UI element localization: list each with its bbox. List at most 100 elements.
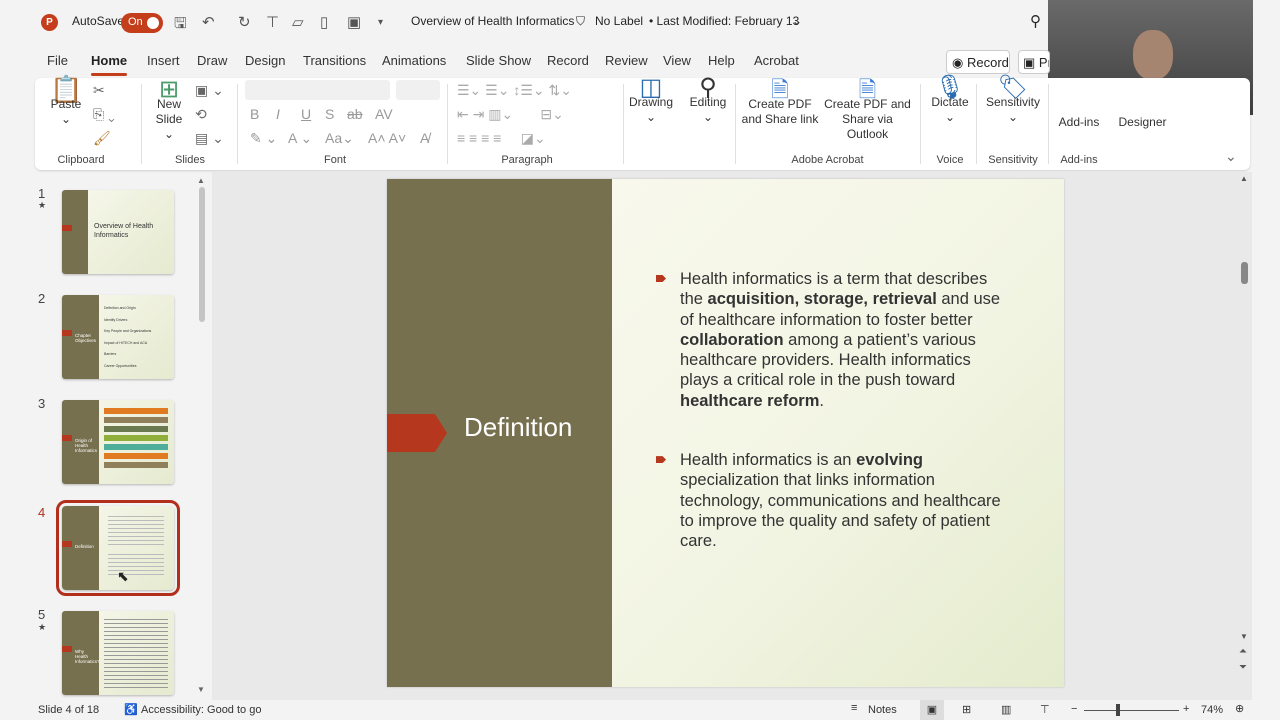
previous-slide-icon[interactable]: ⏶	[1239, 646, 1247, 657]
slide-scrollbar[interactable]	[1241, 262, 1248, 284]
next-slide-icon[interactable]: ⏷	[1239, 662, 1247, 673]
label: and Share link	[741, 112, 819, 126]
font-color-icon[interactable]: A ⌄	[288, 130, 312, 147]
slides-group-label: Slides	[175, 154, 205, 166]
accessibility-status[interactable]: Accessibility: Good to go	[141, 704, 261, 716]
zoom-in-button[interactable]: +	[1183, 703, 1189, 715]
drawing-button[interactable]: ◫ Drawing ⌄	[627, 76, 675, 125]
scroll-down-icon[interactable]: ▼	[197, 685, 205, 694]
reading-view-icon[interactable]: ▥	[1001, 703, 1011, 716]
undo-icon[interactable]: ↶	[202, 13, 215, 31]
char-spacing-icon[interactable]: AV	[375, 106, 393, 122]
tab-insert[interactable]: Insert	[147, 53, 180, 68]
zoom-level[interactable]: 74%	[1201, 704, 1223, 716]
grow-font-icon[interactable]: A˄ A˅	[368, 130, 406, 146]
zoom-slider-thumb[interactable]	[1116, 704, 1120, 716]
tab-acrobat[interactable]: Acrobat	[754, 53, 799, 68]
tab-design[interactable]: Design	[245, 53, 285, 68]
slide-title[interactable]: Definition	[464, 412, 572, 443]
shadow-button[interactable]: S	[325, 106, 334, 122]
cut-icon[interactable]: ✂	[93, 82, 105, 99]
indent-icon[interactable]: ⇤ ⇥ ▥⌄ ⊟⌄	[457, 106, 564, 123]
present-button[interactable]: ▣ Pr	[1018, 50, 1050, 74]
slide-sorter-icon[interactable]: ⊞	[962, 703, 971, 716]
align-icon[interactable]: ≡ ≡ ≡ ≡ ◪⌄	[457, 130, 546, 147]
tab-view[interactable]: View	[663, 53, 691, 68]
new-file-icon[interactable]: ▯	[320, 13, 328, 31]
save-icon[interactable]: 🖫	[174, 13, 187, 38]
thumbnail-item: Key People and Organizations	[104, 329, 152, 333]
layout-icon[interactable]: ▣ ⌄	[195, 82, 224, 99]
tab-animations[interactable]: Animations	[382, 53, 446, 68]
zoom-slider[interactable]	[1084, 710, 1179, 711]
tab-review[interactable]: Review	[605, 53, 648, 68]
sensitivity-button[interactable]: 🏷 Sensitivity ⌄	[981, 76, 1045, 125]
fit-to-window-icon[interactable]: ⊕	[1235, 702, 1244, 715]
normal-view-icon[interactable]: ▣	[920, 700, 944, 720]
tab-transitions[interactable]: Transitions	[303, 53, 366, 68]
person-head	[1133, 30, 1173, 80]
change-case-icon[interactable]: Aa⌄	[325, 130, 354, 147]
italic-button[interactable]: I	[276, 106, 280, 122]
new-slide-button[interactable]: ⊞ New Slide ⌄	[149, 78, 189, 142]
create-pdf-share-link-button[interactable]: 🗎 Create PDF and Share link	[740, 79, 820, 127]
tab-home[interactable]: Home	[91, 53, 128, 76]
autosave-toggle[interactable]: On	[121, 13, 163, 33]
bullets-icon[interactable]: ☰⌄ ☰⌄ ↕☰⌄ ⇅⌄	[457, 82, 572, 99]
tab-file[interactable]: File	[47, 53, 68, 68]
slide-count[interactable]: Slide 4 of 18	[38, 704, 99, 716]
search-icon[interactable]: ⚲	[1030, 12, 1041, 30]
thumbnail-number: 2	[38, 291, 46, 306]
create-pdf-outlook-button[interactable]: 🗎 Create PDF and Share via Outlook	[820, 79, 915, 142]
slide-thumbnail-5[interactable]: Why Health Informatics?	[62, 611, 174, 695]
scroll-down-icon[interactable]: ▼	[1240, 632, 1248, 641]
thumbnail-scrollbar[interactable]	[199, 187, 205, 322]
document-title[interactable]: Overview of Health Informatics	[411, 14, 574, 28]
scroll-up-icon[interactable]: ▲	[1240, 174, 1248, 183]
notes-button[interactable]: Notes	[868, 704, 897, 716]
dictate-button[interactable]: 🎙 Dictate ⌄	[928, 76, 972, 125]
slide-thumbnail-4-selected[interactable]: Definition ⬉	[56, 500, 180, 596]
tab-record[interactable]: Record	[547, 53, 589, 68]
section-icon[interactable]: ▤ ⌄	[195, 130, 224, 147]
strikethrough-icon[interactable]: ab	[347, 106, 363, 122]
present-icon[interactable]: ⊤	[266, 13, 279, 31]
underline-button[interactable]: U	[301, 106, 311, 122]
scroll-up-icon[interactable]: ▲	[197, 176, 205, 185]
customize-icon[interactable]: ▣	[347, 13, 361, 31]
tab-draw[interactable]: Draw	[197, 53, 227, 68]
redo-icon[interactable]: ↻	[238, 13, 251, 31]
magnifier-icon: ⚲	[699, 74, 717, 101]
notes-icon: ≡	[851, 702, 858, 714]
record-button[interactable]: ◉ Record	[946, 50, 1010, 74]
sensitivity-label[interactable]: No Label	[595, 14, 643, 28]
clear-format-icon[interactable]: A̸	[420, 130, 429, 146]
slideshow-icon[interactable]: ⊤	[1040, 703, 1050, 716]
bold-button[interactable]: B	[250, 106, 259, 122]
font-size-dropdown[interactable]	[396, 80, 440, 100]
designer-button[interactable]: Designer	[1115, 115, 1170, 130]
editing-button[interactable]: ⚲ Editing ⌄	[685, 74, 731, 125]
last-modified[interactable]: • Last Modified: February 13	[649, 14, 799, 28]
zoom-out-button[interactable]: −	[1071, 703, 1077, 715]
slide-thumbnail-2[interactable]: Chapter Objectives Definition and Origin…	[62, 295, 174, 379]
thumbnail-item: Impact of HITECH and ACA	[104, 340, 148, 345]
add-ins-button[interactable]: Add-ins	[1053, 115, 1105, 130]
highlight-icon[interactable]: ✎ ⌄	[250, 130, 277, 147]
slide-thumbnail-3[interactable]: Origin of Health Informatics	[62, 400, 174, 484]
format-painter-icon[interactable]: 🖌	[93, 130, 111, 147]
more-commands-icon[interactable]: ▾	[378, 17, 383, 28]
slide-body[interactable]: Health informatics is a term that descri…	[655, 269, 1005, 591]
thumbnail-number: 4	[38, 505, 46, 520]
tab-help[interactable]: Help	[708, 53, 735, 68]
copy-icon[interactable]: ⎘ ⌄	[93, 106, 115, 123]
open-icon[interactable]: ▱	[292, 13, 304, 31]
chevron-down-icon[interactable]: ⌄	[792, 14, 802, 28]
slide-canvas[interactable]: Definition Health informatics is a term …	[387, 179, 1064, 687]
reset-icon[interactable]: ⟲	[195, 106, 207, 123]
collapse-ribbon-icon[interactable]: ⌄	[1225, 148, 1237, 165]
slide-thumbnail-1[interactable]: Overview of Health Informatics	[62, 190, 174, 274]
tab-slide-show[interactable]: Slide Show	[466, 53, 531, 68]
paste-button[interactable]: 📋 Paste ⌄	[50, 76, 82, 127]
font-name-dropdown[interactable]	[245, 80, 390, 100]
